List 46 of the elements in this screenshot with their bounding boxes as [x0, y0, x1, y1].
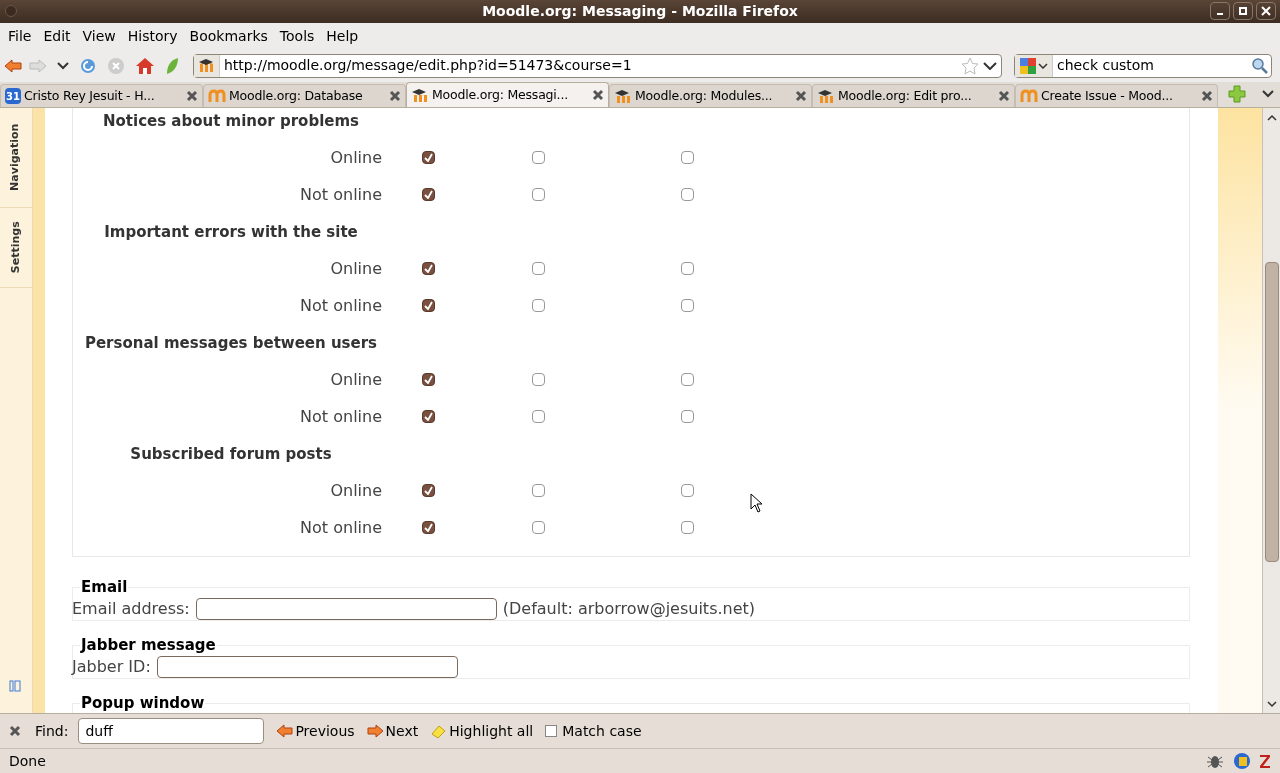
row-label: Online [330, 258, 382, 278]
field-label: Jabber ID: [72, 656, 151, 678]
menu-item[interactable]: View [76, 25, 122, 47]
find-field[interactable]: duff [78, 718, 265, 744]
browser-tab[interactable]: Moodle.org: Messagi... [406, 82, 609, 107]
row-label: Not online [300, 184, 382, 204]
field-label: Email address: [72, 598, 190, 620]
row-label: Not online [300, 406, 382, 426]
browser-tab[interactable]: Moodle.org: Edit pro... [812, 84, 1015, 107]
sidebar-tab[interactable]: Navigation [7, 123, 25, 192]
browser-tab[interactable]: Create Issue - Mood... [1015, 84, 1218, 107]
row-label: Not online [300, 295, 382, 315]
browser-tab[interactable]: 31 Cristo Rey Jesuit - H... [0, 84, 203, 107]
fieldset-legend: Popup window [80, 695, 206, 711]
row-label: Online [330, 369, 382, 389]
search-text: check custom [1057, 56, 1155, 75]
url-text: http://moodle.org/message/edit.php?id=51473&course=1 [224, 56, 633, 75]
menu-item[interactable]: Edit [37, 25, 77, 47]
window-title: Moodle.org: Messaging - Mozilla Firefox [482, 2, 798, 21]
menu-item[interactable]: File [2, 25, 38, 47]
match-case-label[interactable]: Match case [562, 720, 642, 742]
section-heading: Notices about minor problems [102, 111, 360, 130]
menu-item[interactable]: Bookmarks [183, 25, 274, 47]
section-heading: Subscribed forum posts [130, 444, 332, 463]
find-label: Find: [35, 721, 69, 741]
sidebar-tab[interactable]: Settings [7, 221, 25, 274]
row-label: Online [330, 147, 382, 167]
calendar-icon: 31 [5, 88, 21, 104]
row-label: Not online [300, 517, 382, 537]
default-note: (Default: arborrow@jesuits.net) [502, 598, 756, 620]
section-heading: Important errors with the site [104, 222, 358, 241]
search-field[interactable]: check custom [1014, 53, 1272, 78]
browser-tab[interactable]: Moodle.org: Database [203, 84, 406, 107]
status-text: Done [9, 751, 47, 771]
find-next-button[interactable]: Next [366, 720, 419, 742]
section-heading: Personal messages between users [84, 333, 378, 352]
address-bar[interactable]: http://moodle.org/message/edit.php?id=51473&course=1 [193, 53, 1002, 78]
find-highlight-button[interactable]: Highlight all [430, 720, 534, 742]
menu-item[interactable]: Tools [273, 25, 321, 47]
row-label: Online [330, 480, 382, 500]
fieldset-legend: Email [80, 579, 129, 595]
find-prev-button[interactable]: Previous [276, 720, 355, 742]
menu-item[interactable]: History [121, 25, 184, 47]
browser-tab[interactable]: Moodle.org: Modules... [609, 84, 812, 107]
fieldset-legend: Jabber message [80, 637, 217, 653]
menu-item[interactable]: Help [320, 25, 365, 47]
